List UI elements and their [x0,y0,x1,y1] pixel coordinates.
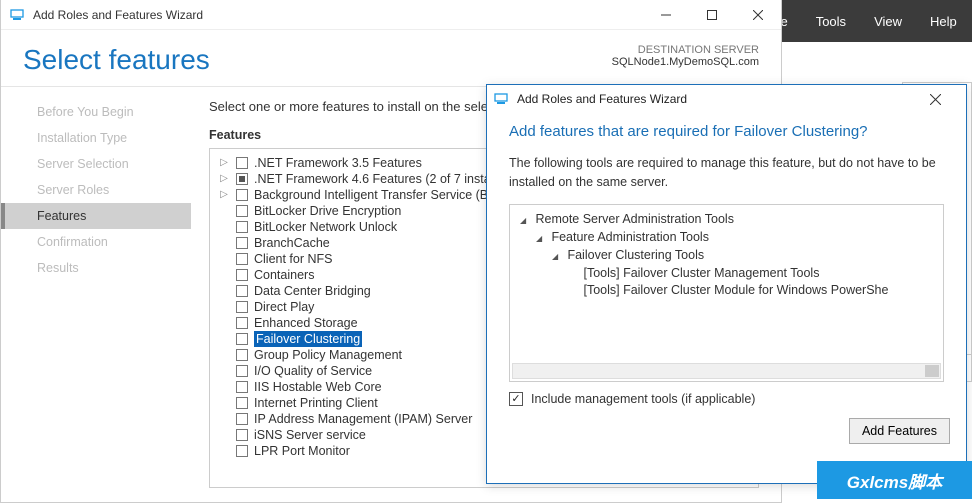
destination-value: SQLNode1.MyDemoSQL.com [612,56,759,68]
feature-checkbox[interactable] [236,381,248,393]
feature-checkbox[interactable] [236,397,248,409]
nav-step-before-you-begin[interactable]: Before You Begin [1,99,191,125]
horizontal-scrollbar[interactable] [512,363,941,379]
feature-label: .NET Framework 4.6 Features (2 of 7 inst… [254,171,503,187]
titlebar: Add Roles and Features Wizard [1,0,781,30]
feature-label: Client for NFS [254,251,333,267]
feature-label: Data Center Bridging [254,283,371,299]
feature-checkbox[interactable] [236,301,248,313]
feature-checkbox[interactable] [236,205,248,217]
background-menubar: age Tools View Help [752,0,972,42]
feature-label: iSNS Server service [254,427,366,443]
add-features-dialog: Add Roles and Features Wizard Add featur… [486,84,967,484]
page-title: Select features [23,44,210,76]
feature-label: BitLocker Drive Encryption [254,203,401,219]
caret-icon[interactable]: ◢ [552,248,564,265]
dialog-description: The following tools are required to mana… [509,154,944,192]
feature-checkbox[interactable] [236,269,248,281]
feature-label: .NET Framework 3.5 Features [254,155,422,171]
feature-checkbox[interactable] [236,189,248,201]
scrollbar-thumb[interactable] [925,365,939,377]
feature-label: BitLocker Network Unlock [254,219,397,235]
nav-step-server-selection[interactable]: Server Selection [1,151,191,177]
dialog-heading: Add features that are required for Failo… [509,123,944,140]
server-manager-icon [9,7,25,23]
minimize-button[interactable] [643,0,689,30]
add-features-button[interactable]: Add Features [849,418,950,444]
feature-label: LPR Port Monitor [254,443,350,459]
feature-checkbox[interactable] [236,365,248,377]
expand-arrow-icon[interactable]: ▷ [218,155,230,171]
maximize-icon [707,10,717,20]
feature-label: Internet Printing Client [254,395,378,411]
feature-label: IIS Hostable Web Core [254,379,382,395]
tree-node[interactable]: ◢ Failover Clustering Tools [514,247,939,265]
watermark: Gxlcms脚本 [817,461,972,499]
feature-checkbox[interactable] [236,317,248,329]
tree-node[interactable]: [Tools] Failover Cluster Module for Wind… [514,282,939,299]
feature-checkbox[interactable] [236,413,248,425]
menu-help[interactable]: Help [930,14,957,29]
feature-checkbox[interactable] [236,221,248,233]
dialog-close-button[interactable] [930,94,960,105]
menu-view[interactable]: View [874,14,902,29]
include-tools-checkbox[interactable]: ✓ [509,392,523,406]
destination-info: DESTINATION SERVER SQLNode1.MyDemoSQL.co… [612,44,759,76]
feature-label: Direct Play [254,299,314,315]
feature-checkbox[interactable] [236,349,248,361]
feature-checkbox[interactable] [236,285,248,297]
menu-tools[interactable]: Tools [816,14,846,29]
nav-step-features[interactable]: Features [1,203,191,229]
feature-checkbox[interactable] [236,173,248,185]
close-icon [753,10,763,20]
feature-checkbox[interactable] [236,237,248,249]
tree-node[interactable]: ◢ Remote Server Administration Tools [514,211,939,229]
feature-checkbox[interactable] [236,253,248,265]
feature-label: I/O Quality of Service [254,363,372,379]
dependency-tree[interactable]: ◢ Remote Server Administration Tools◢ Fe… [509,204,944,382]
window-title: Add Roles and Features Wizard [33,8,203,22]
feature-label: IP Address Management (IPAM) Server [254,411,472,427]
caret-icon[interactable]: ◢ [520,212,532,229]
nav-step-results[interactable]: Results [1,255,191,281]
include-tools-label: Include management tools (if applicable) [531,392,755,406]
feature-checkbox[interactable] [236,333,248,345]
feature-label: BranchCache [254,235,330,251]
wizard-header: Select features DESTINATION SERVER SQLNo… [1,30,781,87]
feature-checkbox[interactable] [236,445,248,457]
expand-arrow-icon[interactable]: ▷ [218,171,230,187]
maximize-button[interactable] [689,0,735,30]
minimize-icon [661,10,671,20]
feature-label: Background Intelligent Transfer Service … [254,187,499,203]
server-manager-icon [493,91,509,107]
feature-checkbox[interactable] [236,429,248,441]
close-icon [930,94,941,105]
destination-label: DESTINATION SERVER [612,44,759,56]
caret-icon[interactable]: ◢ [536,230,548,247]
tree-node[interactable]: [Tools] Failover Cluster Management Tool… [514,265,939,282]
nav-step-confirmation[interactable]: Confirmation [1,229,191,255]
tree-node[interactable]: ◢ Feature Administration Tools [514,229,939,247]
expand-arrow-icon[interactable]: ▷ [218,187,230,203]
nav-step-installation-type[interactable]: Installation Type [1,125,191,151]
dialog-title: Add Roles and Features Wizard [517,92,687,106]
close-button[interactable] [735,0,781,30]
feature-label: Containers [254,267,314,283]
include-tools-row: ✓ Include management tools (if applicabl… [509,392,944,406]
nav-step-server-roles[interactable]: Server Roles [1,177,191,203]
dialog-titlebar: Add Roles and Features Wizard [487,85,966,113]
wizard-nav: Before You BeginInstallation TypeServer … [1,87,191,493]
feature-label: Enhanced Storage [254,315,358,331]
feature-checkbox[interactable] [236,157,248,169]
feature-label: Group Policy Management [254,347,402,363]
feature-label: Failover Clustering [254,331,362,347]
